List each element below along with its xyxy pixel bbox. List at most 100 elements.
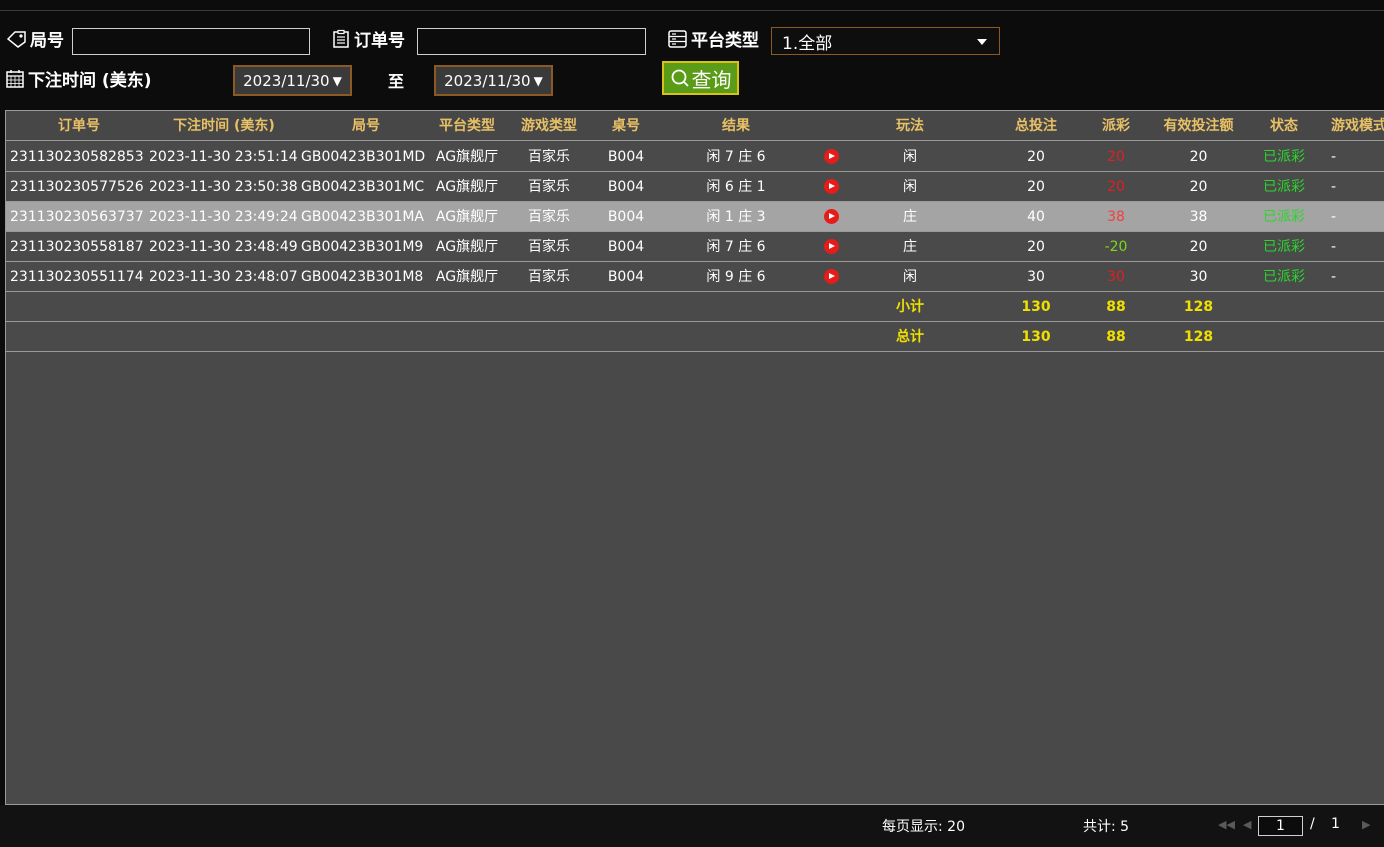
cell-total-bet: 20 [1027,149,1045,165]
cell-valid-bet: 38 [1189,209,1208,225]
replay-video-button[interactable] [811,142,851,172]
cell-status: 已派彩 [1263,149,1305,165]
chevron-down-icon [977,39,987,45]
platform-select[interactable]: 1.全部 [771,27,1000,55]
date-to-picker[interactable]: 2023/11/30 ▼ [434,65,553,96]
cell-total-bet: 40 [1027,209,1045,225]
next-page-icon[interactable]: ▶ [1362,818,1370,831]
cell-valid-bet: 30 [1189,269,1208,285]
col-header-platform[interactable]: 平台类型 [431,111,503,141]
date-from-picker[interactable]: 2023/11/30 ▼ [233,65,352,96]
cell-result: 闲 6 庄 1 [706,179,766,195]
cell-order: 231130230551174 [10,269,144,285]
subtotal-valid-bet: 128 [1183,299,1214,315]
cell-platform: AG旗舰厅 [435,179,499,195]
table-row[interactable]: 231130230563737 2023-11-30 23:49:24 GB0042… [6,202,1384,232]
replay-video-button[interactable] [811,262,851,292]
subtotal-total-bet: 130 [1021,299,1051,315]
replay-video-button[interactable] [811,172,851,202]
cell-game-type: 百家乐 [528,179,570,195]
game-no-input[interactable] [72,28,310,55]
cell-time: 2023-11-30 23:51:14 [149,149,298,165]
cell-order: 231130230558187 [10,239,144,255]
cell-game-type: 百家乐 [528,269,570,285]
first-page-icon[interactable]: ◀◀ [1218,818,1235,831]
cell-play: 闲 [903,269,917,285]
cell-play: 庄 [903,209,917,225]
to-label: 至 [388,72,405,91]
cell-game-no: GB00423B301M8 [301,269,424,285]
date-from-value: 2023/11/30 [243,71,330,90]
cell-platform: AG旗舰厅 [435,149,499,165]
record-count-text: 共计: 5 [1083,819,1130,835]
cell-game-no: GB00423B301MD [301,149,426,165]
platform-label: 平台类型 [667,26,759,51]
col-header-valid-bet[interactable]: 有效投注额 [1156,111,1241,141]
col-header-play[interactable]: 玩法 [876,111,944,141]
cell-payout: 30 [1107,269,1125,285]
cell-mode: - [1331,179,1337,195]
cell-play: 庄 [903,239,917,255]
server-icon [668,29,687,48]
table-row[interactable]: 231130230582853 2023-11-30 23:51:14 GB0042… [6,142,1384,172]
cell-mode: - [1331,149,1337,165]
date-to-value: 2023/11/30 [444,71,531,90]
play-icon [823,268,839,284]
cell-platform: AG旗舰厅 [435,239,499,255]
total-payout: 88 [1106,329,1126,345]
col-header-status[interactable]: 状态 [1254,111,1314,141]
play-icon [823,208,839,224]
cell-play: 闲 [903,149,917,165]
cell-payout: 38 [1107,209,1125,225]
platform-select-value: 1.全部 [782,33,833,54]
cell-status: 已派彩 [1263,239,1305,255]
col-header-game[interactable]: 局号 [301,111,431,141]
table-row[interactable]: 231130230558187 2023-11-30 23:48:49 GB0042… [6,232,1384,262]
table-row[interactable]: 231130230551174 2023-11-30 23:48:07 GB0042… [6,262,1384,292]
subtotal-payout: 88 [1106,299,1126,315]
col-header-mode[interactable]: 游戏模式 [1331,111,1384,141]
filter-bar: 局号 订单号 平台类型 1.全部 下注时间 (美东) 2023/11/30 ▼ … [0,0,1384,108]
subtotal-row: 小计 130 88 128 [6,292,1384,322]
col-header-payout[interactable]: 派彩 [1086,111,1146,141]
total-valid-bet: 128 [1183,329,1214,345]
cell-time: 2023-11-30 23:48:07 [149,269,298,285]
cell-payout: 20 [1107,179,1125,195]
cell-mode: - [1331,239,1337,255]
cell-play: 闲 [903,179,917,195]
cell-total-bet: 20 [1027,179,1045,195]
cell-payout: 20 [1107,149,1125,165]
replay-video-button[interactable] [811,232,851,262]
search-button[interactable]: 查询 [662,61,739,95]
cell-valid-bet: 20 [1189,149,1208,165]
cell-order: 231130230582853 [10,149,144,165]
cell-valid-bet: 20 [1189,179,1208,195]
order-no-input[interactable] [417,28,646,55]
bet-time-label: 下注时间 (美东) [5,66,151,91]
calendar-icon [6,69,24,88]
cell-table-no: B004 [607,179,645,195]
dropdown-arrow-icon: ▼ [533,73,543,88]
col-header-table-no[interactable]: 桌号 [601,111,651,141]
cell-time: 2023-11-30 23:50:38 [149,179,298,195]
cell-time: 2023-11-30 23:49:24 [149,209,298,225]
cell-status: 已派彩 [1263,269,1305,285]
col-header-total-bet[interactable]: 总投注 [996,111,1076,141]
play-icon [823,178,839,194]
total-label: 总计 [896,329,924,345]
col-header-order[interactable]: 订单号 [10,111,148,141]
cell-table-no: B004 [607,149,645,165]
col-header-time[interactable]: 下注时间 (美东) [149,111,299,141]
table-row[interactable]: 231130230577526 2023-11-30 23:50:38 GB0042… [6,172,1384,202]
col-header-game-type[interactable]: 游戏类型 [516,111,582,141]
page-number-input[interactable]: 1 [1258,816,1303,836]
prev-page-icon[interactable]: ◀ [1243,818,1251,831]
cell-status: 已派彩 [1263,179,1305,195]
replay-video-button[interactable] [811,202,851,232]
cell-time: 2023-11-30 23:48:49 [149,239,298,255]
cell-order: 231130230563737 [10,209,144,225]
col-header-result[interactable]: 结果 [686,111,786,141]
cell-result: 闲 1 庄 3 [706,209,766,225]
play-icon [823,238,839,254]
cell-game-no: GB00423B301MA [301,209,424,225]
